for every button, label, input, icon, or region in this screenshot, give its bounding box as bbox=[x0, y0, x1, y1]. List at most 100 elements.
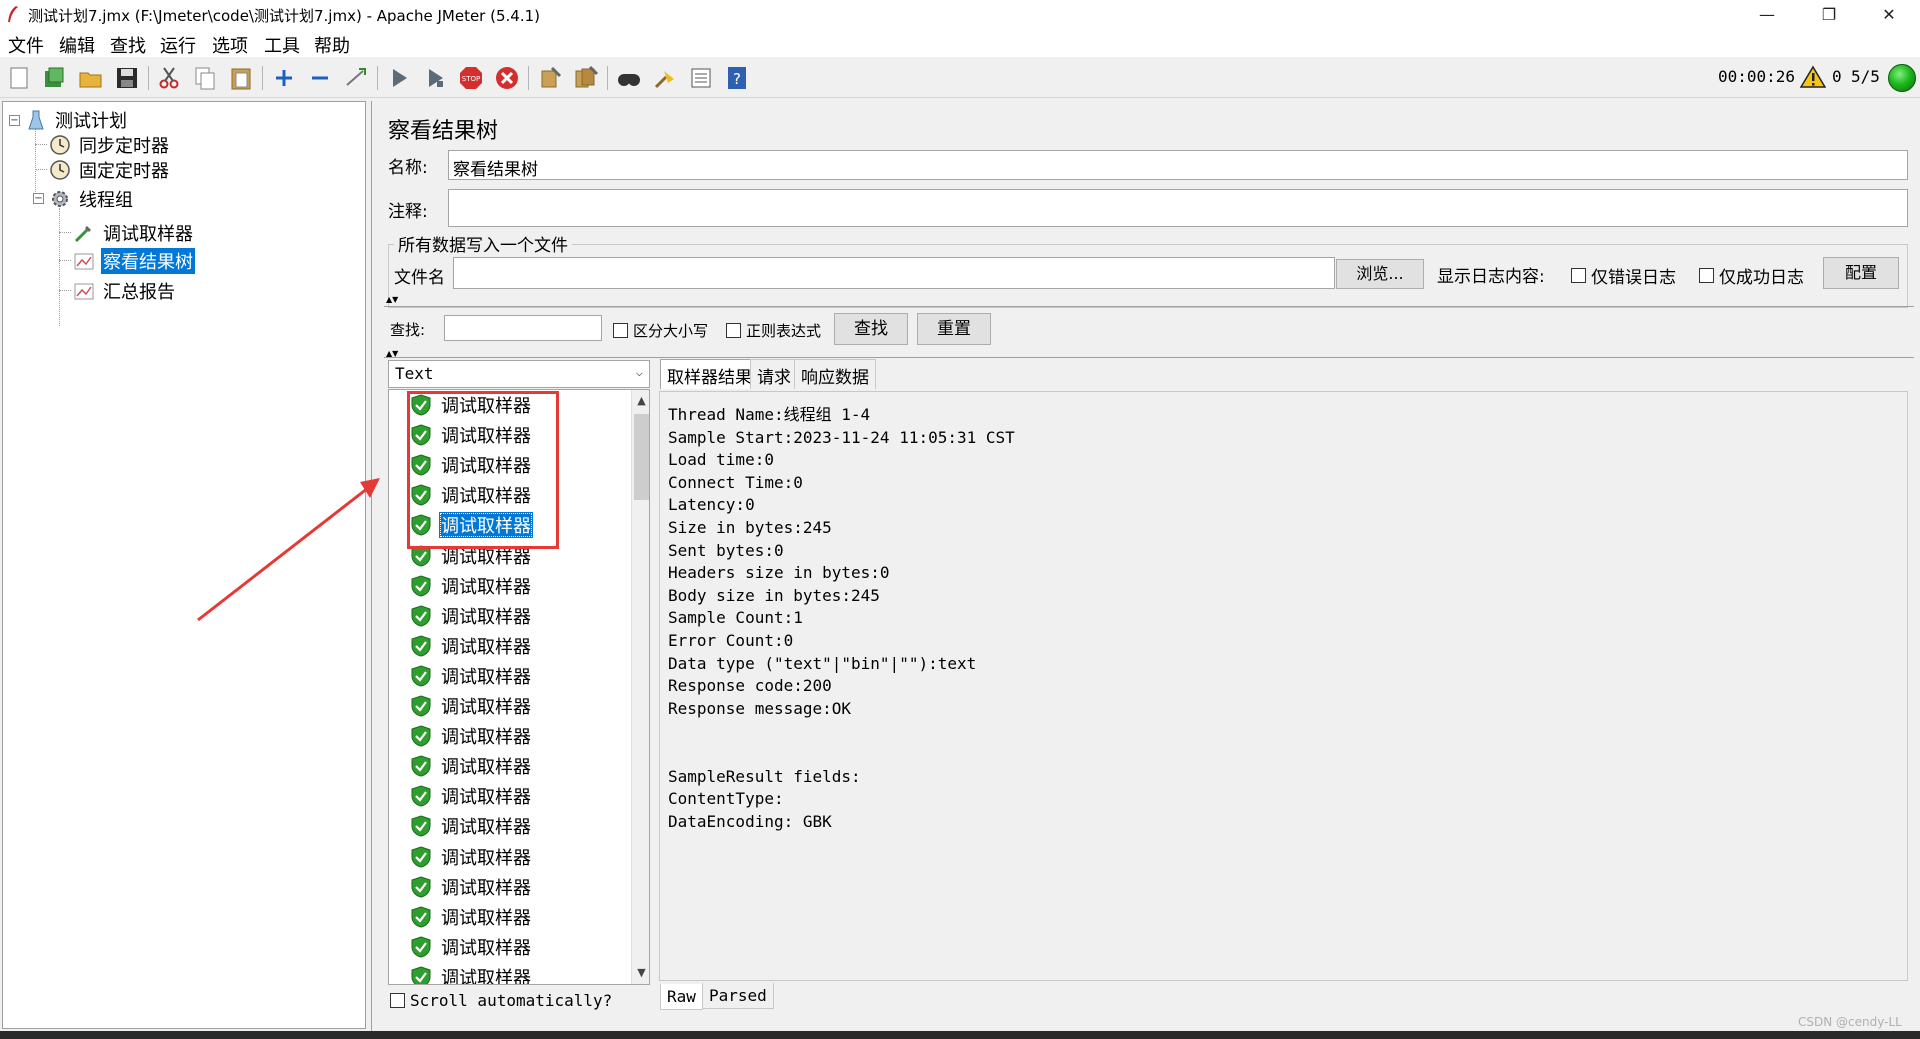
restore-button[interactable]: ❐ bbox=[1806, 2, 1852, 28]
tab-raw[interactable]: Raw bbox=[660, 984, 703, 1010]
success-shield-icon bbox=[411, 665, 431, 687]
detail-line: Data type ("text"|"bin"|""):text bbox=[668, 653, 977, 673]
comment-field[interactable] bbox=[448, 189, 1908, 227]
tree-item-view-results-tree[interactable]: 察看结果树 bbox=[73, 248, 195, 274]
result-item[interactable]: 调试取样器 bbox=[411, 844, 533, 870]
shutdown-icon[interactable] bbox=[493, 64, 521, 92]
result-item[interactable]: 调试取样器 bbox=[411, 753, 533, 779]
minimize-button[interactable]: — bbox=[1744, 2, 1790, 28]
filename-label: 文件名 bbox=[394, 268, 445, 288]
menu-options[interactable]: 选项 bbox=[212, 32, 248, 58]
detail-line: Response code:200 bbox=[668, 676, 832, 696]
result-item[interactable]: 调试取样器 bbox=[411, 663, 533, 689]
success-shield-icon bbox=[411, 605, 431, 627]
search-icon[interactable] bbox=[615, 64, 643, 92]
new-icon[interactable] bbox=[5, 64, 33, 92]
result-item[interactable]: 调试取样器 bbox=[411, 934, 533, 960]
tree-item-thread-group[interactable]: 线程组 bbox=[49, 186, 135, 212]
help-icon[interactable]: ? bbox=[723, 64, 751, 92]
start-icon[interactable] bbox=[385, 64, 413, 92]
templates-icon[interactable] bbox=[40, 64, 68, 92]
close-button[interactable]: ✕ bbox=[1866, 2, 1912, 28]
collapse-test-plan-toggle[interactable]: − bbox=[9, 115, 20, 126]
tab-sampler-result[interactable]: 取样器结果 bbox=[660, 359, 759, 389]
cut-icon[interactable] bbox=[155, 64, 183, 92]
menu-search[interactable]: 查找 bbox=[110, 32, 146, 58]
split-collapse-arrows[interactable]: ▲▼ bbox=[386, 295, 398, 304]
expand-icon[interactable] bbox=[270, 64, 298, 92]
clear-icon[interactable] bbox=[536, 64, 564, 92]
success-only-checkbox[interactable]: 仅成功日志 bbox=[1699, 263, 1804, 288]
detail-line: Sent bytes:0 bbox=[668, 540, 784, 560]
regex-checkbox[interactable]: 正则表达式 bbox=[726, 320, 821, 341]
stop-icon[interactable]: STOP bbox=[457, 64, 485, 92]
result-item[interactable]: 调试取样器 bbox=[411, 964, 533, 984]
tab-request[interactable]: 请求 bbox=[750, 359, 798, 389]
tree-item-test-plan[interactable]: 测试计划 bbox=[25, 107, 129, 133]
menu-tools[interactable]: 工具 bbox=[264, 32, 300, 58]
result-item[interactable]: 调试取样器 bbox=[411, 723, 533, 749]
result-item[interactable]: 调试取样器 bbox=[411, 904, 533, 930]
errors-only-checkbox[interactable]: 仅错误日志 bbox=[1571, 263, 1676, 288]
result-item[interactable]: 调试取样器 bbox=[411, 874, 533, 900]
browse-button[interactable]: 浏览... bbox=[1336, 259, 1424, 289]
scroll-thumb[interactable] bbox=[634, 414, 649, 500]
scroll-automatically-checkbox[interactable]: Scroll automatically? bbox=[390, 991, 612, 1010]
warning-icon[interactable] bbox=[1800, 65, 1826, 89]
tab-response-data[interactable]: 响应数据 bbox=[794, 359, 876, 389]
menu-run[interactable]: 运行 bbox=[160, 32, 196, 58]
result-item[interactable]: 调试取样器 bbox=[411, 693, 533, 719]
menu-edit[interactable]: 编辑 bbox=[59, 32, 95, 58]
copy-icon[interactable] bbox=[191, 64, 219, 92]
start-no-pause-icon[interactable] bbox=[421, 64, 449, 92]
result-item[interactable]: 调试取样器 bbox=[411, 633, 533, 659]
tree-item-summary-report[interactable]: 汇总报告 bbox=[73, 278, 177, 304]
svg-text:?: ? bbox=[733, 70, 741, 88]
collapse-thread-group-toggle[interactable]: − bbox=[33, 193, 44, 204]
function-helper-icon[interactable] bbox=[687, 64, 715, 92]
scroll-up-icon[interactable]: ▲ bbox=[634, 392, 649, 410]
renderer-select[interactable]: Text ⌵ bbox=[388, 360, 650, 388]
menu-help[interactable]: 帮助 bbox=[314, 32, 350, 58]
success-shield-icon bbox=[411, 575, 431, 597]
svg-text:STOP: STOP bbox=[462, 75, 480, 83]
success-shield-icon bbox=[411, 755, 431, 777]
result-item[interactable]: 调试取样器 bbox=[411, 603, 533, 629]
sampler-result-text: Thread Name:线程组 1-4 Sample Start:2023-11-… bbox=[668, 404, 1015, 833]
open-icon[interactable] bbox=[77, 64, 105, 92]
tab-parsed[interactable]: Parsed bbox=[702, 983, 774, 1009]
reset-search-icon[interactable] bbox=[651, 64, 679, 92]
listener-icon bbox=[73, 250, 95, 272]
result-item[interactable]: 调试取样器 bbox=[411, 573, 533, 599]
detail-line: Connect Time:0 bbox=[668, 472, 803, 492]
result-item[interactable]: 调试取样器 bbox=[411, 813, 533, 839]
toggle-icon[interactable] bbox=[342, 64, 370, 92]
collapse-icon[interactable] bbox=[306, 64, 334, 92]
scroll-down-icon[interactable]: ▼ bbox=[634, 964, 649, 982]
filename-field[interactable] bbox=[453, 257, 1335, 289]
tree-item-constant-timer[interactable]: 固定定时器 bbox=[49, 157, 171, 183]
watermark: CSDN @cendy-LL bbox=[1798, 1015, 1902, 1029]
configure-button[interactable]: 配置 bbox=[1823, 257, 1899, 289]
paste-icon[interactable] bbox=[227, 64, 255, 92]
clear-all-icon[interactable] bbox=[572, 64, 600, 92]
detail-line: ContentType: bbox=[668, 789, 784, 809]
search-field[interactable] bbox=[444, 315, 602, 341]
timer-icon bbox=[49, 134, 71, 156]
tree-item-sync-timer[interactable]: 同步定时器 bbox=[49, 132, 171, 158]
find-button[interactable]: 查找 bbox=[834, 313, 908, 345]
name-field[interactable]: 察看结果树 bbox=[448, 150, 1908, 180]
tree-item-debug-sampler[interactable]: 调试取样器 bbox=[73, 220, 195, 246]
view-results-tree-panel: 察看结果树 名称: 察看结果树 注释: 所有数据写入一个文件 文件名 浏览...… bbox=[371, 101, 1920, 1031]
reset-button[interactable]: 重置 bbox=[917, 313, 991, 345]
success-shield-icon bbox=[411, 635, 431, 657]
case-sensitive-checkbox[interactable]: 区分大小写 bbox=[613, 320, 708, 341]
timer-icon bbox=[49, 159, 71, 181]
save-icon[interactable] bbox=[113, 64, 141, 92]
success-shield-icon bbox=[411, 695, 431, 717]
error-count: 0 bbox=[1832, 67, 1842, 86]
result-item[interactable]: 调试取样器 bbox=[411, 783, 533, 809]
list-scrollbar[interactable]: ▲ ▼ bbox=[631, 390, 649, 984]
menu-file[interactable]: 文件 bbox=[8, 32, 44, 58]
success-shield-icon bbox=[411, 725, 431, 747]
